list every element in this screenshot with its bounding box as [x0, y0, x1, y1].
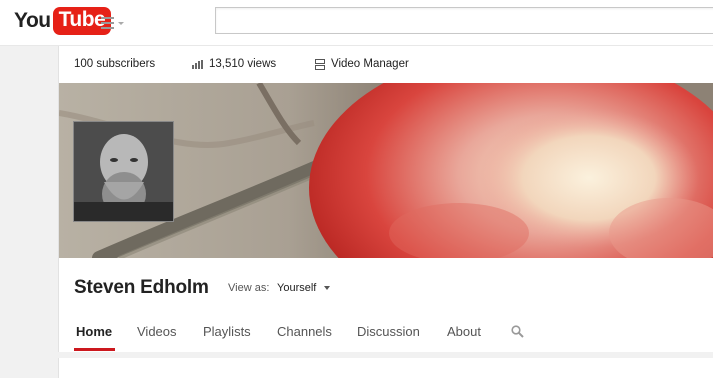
active-tab-indicator — [74, 348, 115, 351]
tab-playlists[interactable]: Playlists — [203, 324, 251, 339]
channel-avatar[interactable] — [73, 121, 174, 222]
avatar-image — [74, 122, 173, 221]
view-count: 13,510 views — [192, 58, 276, 70]
guide-menu-button[interactable] — [101, 16, 125, 30]
logo-you-text: You — [14, 9, 51, 32]
search-box[interactable] — [215, 7, 713, 34]
channel-banner — [59, 83, 713, 258]
view-as-dropdown[interactable]: Yourself — [277, 282, 331, 294]
chevron-down-icon — [118, 22, 124, 25]
channel-title[interactable]: Steven Edholm — [74, 277, 209, 299]
video-manager-link[interactable]: Video Manager — [315, 58, 409, 70]
channel-content-card — [58, 358, 713, 378]
subscriber-count-label: 100 subscribers — [74, 58, 156, 70]
channel-search-button[interactable] — [511, 325, 524, 343]
tab-discussion[interactable]: Discussion — [357, 324, 420, 339]
tab-channels[interactable]: Channels — [277, 324, 332, 339]
search-input[interactable] — [216, 8, 713, 33]
video-manager-label: Video Manager — [331, 58, 409, 70]
tab-videos[interactable]: Videos — [137, 324, 177, 339]
channel-stats-bar: 100 subscribers 13,510 views Video Manag… — [59, 46, 713, 83]
channel-header: 100 subscribers 13,510 views Video Manag… — [58, 46, 713, 352]
view-as-value: Yourself — [277, 282, 317, 294]
search-icon — [511, 325, 524, 338]
view-count-label: 13,510 views — [209, 58, 277, 70]
subscriber-count: 100 subscribers — [74, 58, 155, 70]
caret-down-icon — [324, 286, 331, 290]
bar-chart-icon — [192, 59, 203, 69]
tab-home[interactable]: Home — [76, 324, 112, 339]
tab-about[interactable]: About — [447, 324, 481, 339]
hamburger-menu-icon — [101, 17, 124, 29]
video-manager-icon — [315, 58, 325, 70]
channel-tabs: Home Videos Playlists Channels Discussio… — [59, 314, 713, 352]
masthead: You Tube — [0, 0, 713, 46]
view-as-label: View as: — [228, 282, 270, 294]
youtube-logo[interactable]: You Tube — [14, 6, 112, 36]
